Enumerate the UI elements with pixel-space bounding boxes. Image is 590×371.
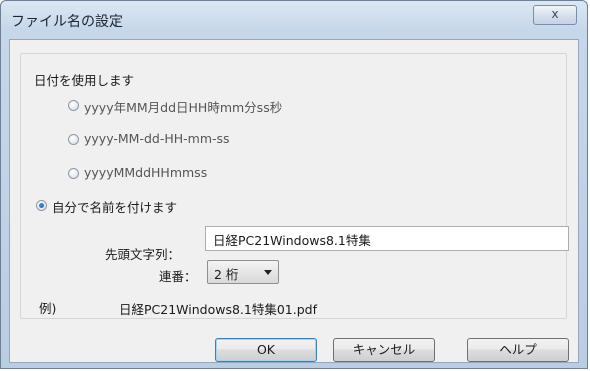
title-bar[interactable]: ファイル名の設定 ⅹ <box>1 1 587 37</box>
example-label: 例) <box>39 301 57 316</box>
file-name-settings-dialog: ファイル名の設定 ⅹ 日付を使用します yyyy年MM月dd日HH時mm分ss秒… <box>0 0 588 369</box>
radio-date-format-compact-label[interactable]: yyyyMMddHHmmss <box>84 165 207 180</box>
ok-button[interactable]: OK <box>215 338 317 362</box>
close-button[interactable]: ⅹ <box>533 5 577 25</box>
prefix-label: 先頭文字列： <box>105 247 181 262</box>
radio-custom-name-label[interactable]: 自分で名前を付けます <box>52 197 177 216</box>
use-date-label: 日付を使用します <box>34 73 135 88</box>
naming-options-group: 日付を使用します yyyy年MM月dd日HH時mm分ss秒 yyyy-MM-dd… <box>20 53 567 319</box>
close-icon: ⅹ <box>551 7 559 21</box>
radio-date-format-compact[interactable] <box>68 168 79 179</box>
cancel-button[interactable]: キャンセル <box>333 338 435 362</box>
radio-custom-name[interactable] <box>36 200 47 211</box>
serial-label: 連番： <box>159 269 197 284</box>
radio-date-format-jp[interactable] <box>68 100 79 111</box>
prefix-input[interactable]: 日経PC21Windows8.1特集 <box>205 226 569 251</box>
example-filename: 日経PC21Windows8.1特集01.pdf <box>119 302 317 317</box>
radio-date-format-dashed[interactable] <box>68 134 79 145</box>
help-button[interactable]: ヘルプ <box>467 338 569 362</box>
dialog-title: ファイル名の設定 <box>11 14 123 30</box>
chevron-down-icon <box>264 270 272 275</box>
radio-date-format-jp-label[interactable]: yyyy年MM月dd日HH時mm分ss秒 <box>84 97 282 116</box>
radio-date-format-dashed-label[interactable]: yyyy-MM-dd-HH-mm-ss <box>84 131 230 146</box>
serial-digits-value: 2 桁 <box>214 267 239 282</box>
dialog-body: 日付を使用します yyyy年MM月dd日HH時mm分ss秒 yyyy-MM-dd… <box>9 39 579 363</box>
serial-digits-select[interactable]: 2 桁 <box>207 260 279 284</box>
